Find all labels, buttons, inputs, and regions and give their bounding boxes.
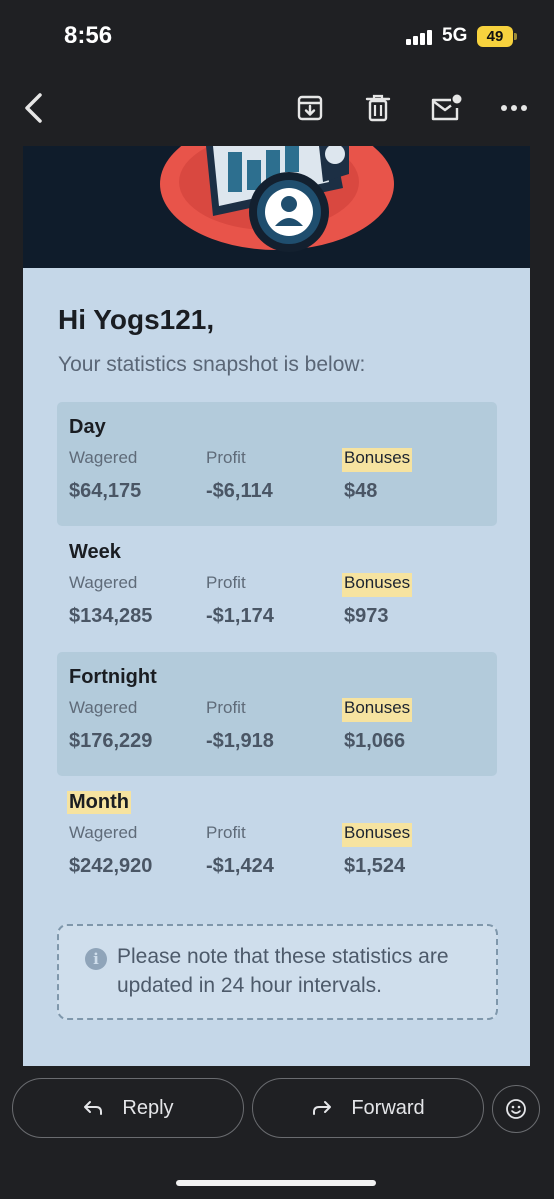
profit-value: -$1,918 xyxy=(206,730,274,752)
profit-label: Profit xyxy=(206,448,246,467)
wagered-value: $64,175 xyxy=(69,480,142,502)
chevron-left-icon xyxy=(25,93,42,123)
statistics-illustration xyxy=(160,146,394,252)
stats-month: Month Wagered $242,920 Profit -$1,424 Bo… xyxy=(57,777,497,901)
mark-unread-button[interactable] xyxy=(426,88,466,128)
status-time: 8:56 xyxy=(64,22,113,49)
forward-label: Forward xyxy=(351,1096,425,1119)
bonuses-column: Bonuses $48 xyxy=(342,448,413,503)
wagered-label: Wagered xyxy=(69,573,138,592)
period-title: Month xyxy=(67,791,131,814)
hero-banner xyxy=(23,146,530,268)
wagered-column: Wagered $176,229 xyxy=(69,698,152,753)
period-title: Week xyxy=(69,541,121,563)
bonuses-label: Bonuses xyxy=(342,448,413,472)
profit-column: Profit -$1,424 xyxy=(206,823,274,878)
signal-icon xyxy=(406,29,432,45)
more-button[interactable] xyxy=(494,88,534,128)
wagered-value: $134,285 xyxy=(69,605,153,627)
greeting: Hi Yogs121, xyxy=(58,304,215,335)
profit-value: -$1,424 xyxy=(206,855,274,877)
email-toolbar xyxy=(0,70,554,146)
more-horizontal-icon xyxy=(501,105,527,111)
wagered-column: Wagered $134,285 xyxy=(69,573,152,628)
bonuses-value: $1,066 xyxy=(344,730,406,752)
profit-column: Profit -$1,174 xyxy=(206,573,274,628)
info-icon xyxy=(85,948,107,970)
home-indicator[interactable] xyxy=(176,1180,376,1186)
profit-value: -$1,174 xyxy=(206,605,274,627)
stats-fortnight: Fortnight Wagered $176,229 Profit -$1,91… xyxy=(57,652,497,776)
stats-day: Day Wagered $64,175 Profit -$6,114 Bonus… xyxy=(57,402,497,526)
bonuses-column: Bonuses $1,524 xyxy=(342,823,413,878)
forward-icon xyxy=(313,1101,332,1115)
profit-label: Profit xyxy=(206,573,246,592)
delete-button[interactable] xyxy=(358,88,398,128)
reply-button[interactable]: Reply xyxy=(12,1078,244,1138)
emoji-reaction-icon xyxy=(506,1099,526,1119)
wagered-label: Wagered xyxy=(69,448,138,467)
bonuses-column: Bonuses $973 xyxy=(342,573,413,628)
archive-icon xyxy=(297,95,323,121)
wagered-value: $242,920 xyxy=(69,855,153,877)
forward-button[interactable]: Forward xyxy=(252,1078,484,1138)
profit-label: Profit xyxy=(206,698,246,717)
wagered-label: Wagered xyxy=(69,823,138,842)
bonuses-value: $48 xyxy=(344,480,378,502)
status-bar: 8:56 5G 49 xyxy=(0,0,554,70)
mark-unread-icon xyxy=(431,94,462,121)
emoji-reaction-button[interactable] xyxy=(492,1085,540,1133)
stats-week: Week Wagered $134,285 Profit -$1,174 Bon… xyxy=(57,527,497,651)
network-type: 5G xyxy=(442,25,468,46)
reply-label: Reply xyxy=(122,1096,174,1119)
profit-column: Profit -$1,918 xyxy=(206,698,274,753)
email-content: Hi Yogs121, Your statistics snapshot is … xyxy=(23,146,530,1066)
bonuses-label: Bonuses xyxy=(342,698,413,722)
bonuses-column: Bonuses $1,066 xyxy=(342,698,413,753)
wagered-column: Wagered $64,175 xyxy=(69,448,141,503)
wagered-value: $176,229 xyxy=(69,730,153,752)
notice-text: Please note that these statistics are up… xyxy=(117,945,449,997)
bonuses-value: $973 xyxy=(344,605,389,627)
bonuses-label: Bonuses xyxy=(342,823,413,847)
battery-level: 49 xyxy=(486,28,504,45)
action-bar: Reply Forward xyxy=(0,1066,554,1199)
bonuses-label: Bonuses xyxy=(342,573,413,597)
period-title: Fortnight xyxy=(69,666,157,688)
profit-label: Profit xyxy=(206,823,246,842)
profit-column: Profit -$6,114 xyxy=(206,448,273,503)
battery-icon: 49 xyxy=(477,26,517,47)
back-button[interactable] xyxy=(14,88,54,128)
wagered-label: Wagered xyxy=(69,698,138,717)
period-title: Day xyxy=(69,416,106,438)
archive-button[interactable] xyxy=(290,88,330,128)
wagered-column: Wagered $242,920 xyxy=(69,823,152,878)
bonuses-value: $1,524 xyxy=(344,855,406,877)
trash-icon xyxy=(365,94,391,122)
intro-text: Your statistics snapshot is below: xyxy=(58,353,366,376)
update-notice: Please note that these statistics are up… xyxy=(57,924,498,1020)
profit-value: -$6,114 xyxy=(206,480,273,502)
reply-icon xyxy=(84,1101,103,1115)
